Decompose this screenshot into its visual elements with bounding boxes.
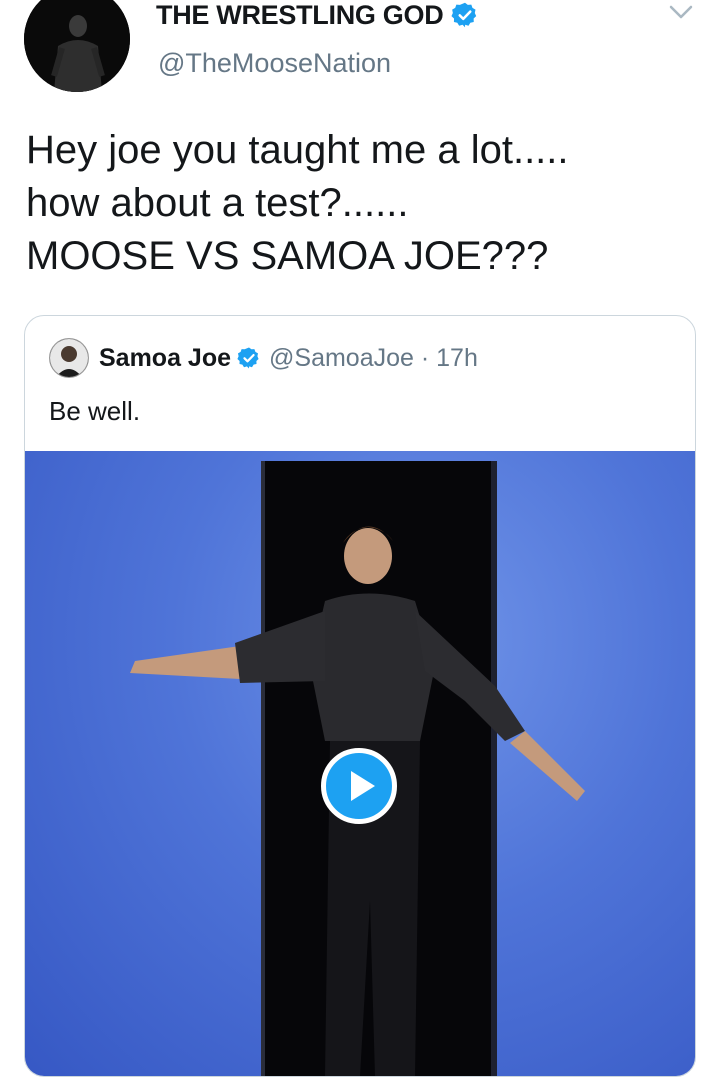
tweet-text: Hey joe you taught me a lot..... how abo…: [26, 124, 686, 283]
verified-badge-icon: [237, 347, 259, 369]
author-avatar[interactable]: [24, 0, 130, 92]
author-display-name[interactable]: THE WRESTLING GOD: [156, 0, 444, 31]
quoted-tweet-card[interactable]: Samoa Joe @SamoaJoe · 17h Be well.: [24, 315, 696, 1077]
tweet-text-line: Hey joe you taught me a lot.....: [26, 128, 569, 172]
verified-badge-icon: [451, 2, 477, 28]
author-name-row: THE WRESTLING GOD: [156, 0, 479, 30]
quoted-tweet-header: Samoa Joe @SamoaJoe · 17h: [49, 338, 478, 378]
quoted-tweet-text: Be well.: [49, 396, 141, 426]
author-handle[interactable]: @TheMooseNation: [158, 48, 391, 79]
quoted-author-handle-time: @SamoaJoe · 17h: [269, 343, 478, 372]
quoted-author-name: Samoa Joe: [99, 343, 232, 372]
quoted-tweet-video[interactable]: [25, 451, 695, 1076]
play-button[interactable]: [321, 748, 397, 824]
tweet-text-line: how about a test?......: [26, 181, 409, 225]
tweet-text-line: MOOSE VS SAMOA JOE???: [26, 234, 549, 278]
quoted-author-avatar: [49, 338, 89, 378]
chevron-down-icon[interactable]: [668, 2, 694, 22]
play-icon: [351, 771, 375, 801]
